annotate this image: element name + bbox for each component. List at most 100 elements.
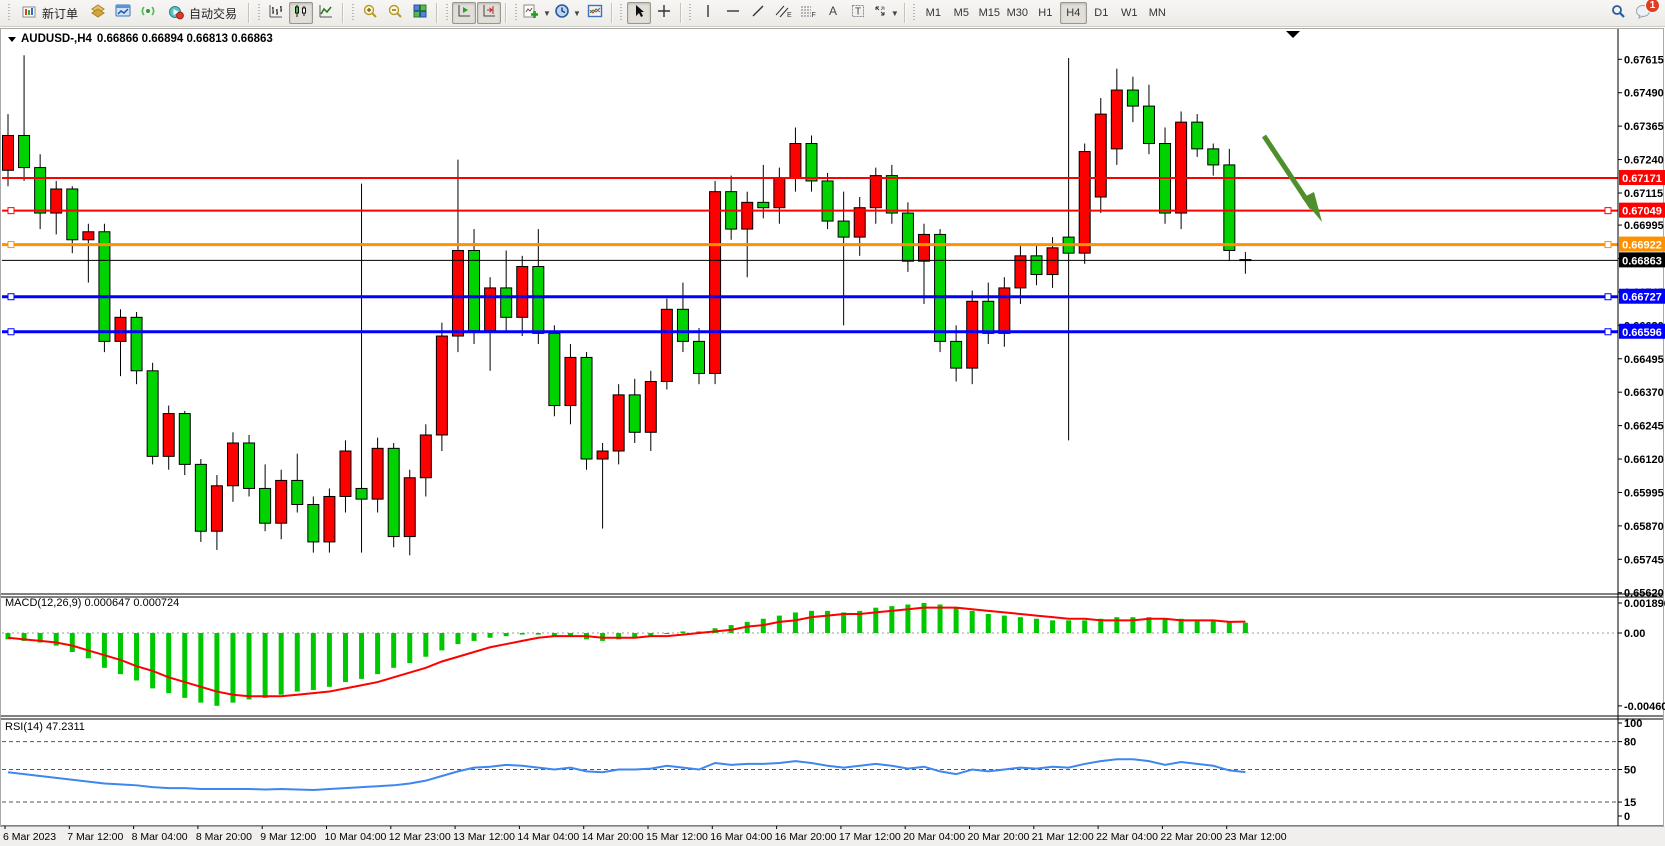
time-axis-label: 8 Mar 04:00 (132, 831, 188, 843)
template-button[interactable] (583, 2, 607, 24)
fibonacci-button[interactable]: F (796, 2, 820, 24)
vertical-line-button[interactable] (696, 2, 720, 24)
text-label-button[interactable]: T (846, 2, 870, 24)
toolbar-grip[interactable] (444, 4, 449, 22)
candle (710, 192, 721, 374)
search-button[interactable] (1606, 2, 1630, 24)
zoom-in-button[interactable] (358, 2, 382, 24)
new-order-button[interactable]: 新订单 (14, 2, 85, 24)
level-handle[interactable] (1605, 242, 1611, 248)
auto-trading-button[interactable]: 自动交易 (161, 2, 244, 24)
tab-timeframe-d1[interactable]: D1 (1088, 2, 1115, 24)
period-button[interactable]: ▼ (553, 2, 582, 24)
text-icon: A (825, 3, 841, 24)
tab-timeframe-h1[interactable]: H1 (1032, 2, 1059, 24)
candle (3, 136, 14, 171)
candle (533, 267, 544, 334)
tab-timeframe-m30[interactable]: M30 (1004, 2, 1031, 24)
level-handle[interactable] (8, 294, 14, 300)
price-axis-label: 0.66370 (1624, 387, 1664, 399)
candle (1208, 149, 1219, 165)
market-watch-button[interactable] (111, 2, 135, 24)
text-button[interactable]: A (821, 2, 845, 24)
candle (501, 288, 512, 317)
macd-histogram-bar (118, 633, 123, 674)
candle (227, 443, 238, 486)
mt4-window: 新订单 自动交易 (0, 0, 1665, 846)
macd-histogram-bar (1002, 616, 1007, 633)
candle (404, 478, 415, 537)
toolbar-grip[interactable] (350, 4, 355, 22)
toolbar-grip[interactable] (688, 4, 693, 22)
candle (420, 435, 431, 478)
candlestick-chart-button[interactable] (289, 2, 313, 24)
tab-timeframe-m15[interactable]: M15 (976, 2, 1003, 24)
price-tag-label: 0.66863 (1622, 255, 1662, 267)
level-handle[interactable] (8, 242, 14, 248)
new-order-icon (21, 4, 37, 23)
macd-histogram-bar (536, 633, 541, 635)
tab-timeframe-w1[interactable]: W1 (1116, 2, 1143, 24)
tab-timeframe-m5[interactable]: M5 (948, 2, 975, 24)
crosshair-button[interactable] (652, 2, 676, 24)
level-handle[interactable] (8, 208, 14, 214)
time-axis-label: 8 Mar 20:00 (196, 831, 252, 843)
macd-histogram-bar (809, 611, 814, 633)
level-handle[interactable] (1605, 329, 1611, 335)
macd-histogram-bar (198, 633, 203, 703)
line-chart-button[interactable] (314, 2, 338, 24)
toolbar-grip[interactable] (912, 4, 917, 22)
candle (244, 443, 255, 488)
candle (99, 232, 110, 342)
tile-windows-button[interactable] (408, 2, 432, 24)
level-handle[interactable] (1605, 208, 1611, 214)
candle (1176, 122, 1187, 213)
macd-histogram-bar (102, 633, 107, 668)
macd-histogram-bar (954, 608, 959, 633)
chevron-down-icon[interactable] (8, 37, 16, 42)
candle (51, 189, 62, 213)
notifications-button[interactable]: 1 (1631, 2, 1655, 24)
profiles-button[interactable] (86, 2, 110, 24)
toolbar-separator (342, 3, 344, 23)
arrow-tools-button[interactable]: ▼ (871, 2, 900, 24)
candle (661, 309, 672, 381)
time-axis-label: 12 Mar 23:00 (389, 831, 451, 843)
tab-timeframe-mn[interactable]: MN (1144, 2, 1171, 24)
candle (935, 234, 946, 341)
auto-scroll-button[interactable] (452, 2, 476, 24)
price-axis-label: 0.66245 (1624, 421, 1664, 433)
tab-timeframe-m1[interactable]: M1 (920, 2, 947, 24)
level-handle[interactable] (1605, 294, 1611, 300)
chart-shift-button[interactable] (477, 2, 501, 24)
macd-histogram-bar (488, 633, 493, 638)
rsi-axis-label: 80 (1624, 737, 1636, 749)
candle (19, 136, 30, 168)
equidistant-channel-button[interactable]: E (771, 2, 795, 24)
toolbar-grip[interactable] (6, 4, 11, 22)
tab-timeframe-h4[interactable]: H4 (1060, 2, 1087, 24)
time-axis-label: 6 Mar 2023 (3, 831, 56, 843)
cursor-icon (631, 3, 647, 24)
bar-chart-button[interactable] (264, 2, 288, 24)
candle (1111, 90, 1122, 149)
horizontal-line-button[interactable] (721, 2, 745, 24)
level-handle[interactable] (8, 329, 14, 335)
macd-histogram-bar (1018, 617, 1023, 633)
candle (774, 178, 785, 207)
macd-histogram-bar (938, 605, 943, 633)
macd-histogram-bar (263, 633, 268, 698)
candle (147, 371, 158, 457)
zoom-out-button[interactable] (383, 2, 407, 24)
cursor-button[interactable] (627, 2, 651, 24)
chart-canvas[interactable]: 0.676150.674900.673650.672400.671150.669… (0, 27, 1665, 846)
toolbar-grip[interactable] (256, 4, 261, 22)
toolbar-grip[interactable] (513, 4, 518, 22)
toolbar-grip[interactable] (619, 4, 624, 22)
price-tag-label: 0.67171 (1622, 173, 1662, 185)
trendline-button[interactable] (746, 2, 770, 24)
new-chart-button[interactable]: ▼ (521, 2, 552, 24)
macd-histogram-bar (680, 631, 685, 633)
signal-button[interactable] (136, 2, 160, 24)
time-axis-label: 14 Mar 04:00 (517, 831, 579, 843)
